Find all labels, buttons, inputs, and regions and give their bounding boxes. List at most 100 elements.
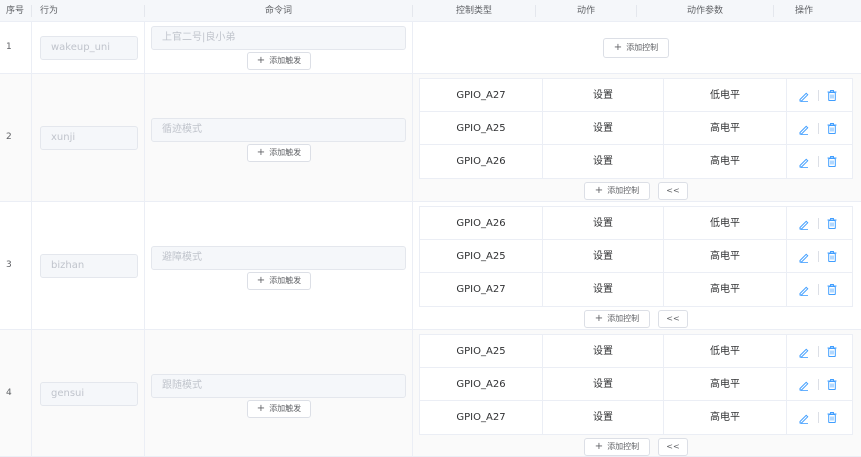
control-type-cell: GPIO_A26 (456, 379, 506, 390)
table-row: 3 bizhan 避障模式 + 添加触发 GPIO_A26 设置 低电平 GPIO_A25 设置高… (0, 202, 861, 330)
action-cell: 设置 (593, 346, 613, 357)
edit-icon[interactable] (798, 379, 810, 391)
control-row: GPIO_A25 设置 低电平 (420, 335, 852, 368)
plus-icon: + (256, 275, 266, 286)
behavior-input[interactable]: wakeup_uni (40, 36, 138, 60)
add-trigger-button[interactable]: + 添加触发 (247, 144, 311, 162)
control-row: GPIO_A26 设置 低电平 (420, 207, 852, 240)
add-trigger-button[interactable]: + 添加触发 (247, 272, 311, 290)
control-table: GPIO_A26 设置 低电平 GPIO_A25 设置 高电平 GPIO_A27 设置 高电平 (419, 206, 853, 307)
operation-divider (818, 379, 819, 390)
header-action: 动作 (576, 6, 595, 16)
operation-cell (786, 335, 852, 368)
action-cell: 设置 (593, 90, 613, 101)
operation-divider (818, 90, 819, 101)
action-param-cell: 低电平 (710, 90, 740, 101)
add-trigger-button[interactable]: + 添加触发 (247, 52, 311, 70)
command-input[interactable]: 上官二号|良小弟 (151, 26, 406, 50)
column-divider (144, 22, 145, 73)
column-divider (144, 74, 145, 201)
operation-cell (786, 401, 852, 434)
add-control-label: 添加控制 (607, 314, 640, 323)
control-type-cell: GPIO_A27 (456, 90, 506, 101)
collapse-button[interactable]: << (658, 310, 688, 328)
edit-icon[interactable] (798, 251, 810, 263)
add-trigger-button[interactable]: + 添加触发 (247, 400, 311, 418)
delete-icon[interactable] (826, 250, 838, 263)
delete-icon[interactable] (826, 122, 838, 135)
behavior-input[interactable]: bizhan (40, 254, 138, 278)
header-command: 命令词 (264, 6, 292, 16)
edit-icon[interactable] (798, 412, 810, 424)
plus-icon: + (256, 55, 266, 66)
add-trigger-label: 添加触发 (269, 56, 302, 65)
collapse-button[interactable]: << (658, 438, 688, 456)
row-index: 2 (6, 132, 12, 142)
column-divider (31, 22, 32, 73)
column-divider (144, 202, 145, 329)
table-row: 4 gensui 跟随模式 + 添加触发 GPIO_A25 设置 低电平 GPIO_A26 设置高… (0, 330, 861, 457)
delete-icon[interactable] (826, 89, 838, 102)
delete-icon[interactable] (826, 283, 838, 296)
add-control-button[interactable]: + 添加控制 (584, 310, 650, 328)
delete-icon[interactable] (826, 345, 838, 358)
row-index: 1 (6, 42, 12, 52)
edit-icon[interactable] (798, 156, 810, 168)
plus-icon: + (256, 403, 266, 414)
add-control-button[interactable]: + 添加控制 (584, 182, 650, 200)
action-param-cell: 低电平 (710, 218, 740, 229)
column-divider (412, 74, 413, 201)
edit-icon[interactable] (798, 123, 810, 135)
add-control-button[interactable]: + 添加控制 (603, 38, 669, 58)
edit-icon[interactable] (798, 284, 810, 296)
action-cell: 设置 (593, 284, 613, 295)
operation-cell (786, 240, 852, 273)
collapse-button[interactable]: << (658, 182, 688, 200)
column-divider (412, 330, 413, 456)
delete-icon[interactable] (826, 378, 838, 391)
behavior-input[interactable]: xunji (40, 126, 138, 150)
control-row: GPIO_A25 设置 高电平 (420, 112, 852, 145)
edit-icon[interactable] (798, 218, 810, 230)
add-trigger-label: 添加触发 (269, 276, 302, 285)
plus-icon: + (256, 147, 266, 158)
operation-divider (818, 251, 819, 262)
control-row: GPIO_A26 设置 高电平 (420, 145, 852, 178)
add-trigger-label: 添加触发 (269, 148, 302, 157)
operation-cell (786, 273, 852, 306)
action-cell: 设置 (593, 156, 613, 167)
command-input[interactable]: 循迹模式 (151, 118, 406, 142)
control-type-cell: GPIO_A25 (456, 123, 506, 134)
delete-icon[interactable] (826, 217, 838, 230)
behavior-input[interactable]: gensui (40, 382, 138, 406)
control-table: GPIO_A27 设置 低电平 GPIO_A25 设置 高电平 GPIO_A26 设置 高电平 (419, 78, 853, 179)
operation-cell (786, 207, 852, 240)
operation-divider (818, 156, 819, 167)
delete-icon[interactable] (826, 411, 838, 424)
header-control-type: 控制类型 (455, 6, 492, 16)
operation-cell (786, 79, 852, 112)
action-param-cell: 高电平 (710, 123, 740, 134)
control-row: GPIO_A26 设置 高电平 (420, 368, 852, 401)
column-divider (31, 330, 32, 456)
operation-cell (786, 145, 852, 178)
command-input[interactable]: 跟随模式 (151, 374, 406, 398)
plus-icon: + (594, 185, 604, 196)
control-type-cell: GPIO_A27 (456, 284, 506, 295)
add-control-label: 添加控制 (607, 186, 640, 195)
column-divider (144, 330, 145, 456)
operation-cell (786, 368, 852, 401)
action-cell: 设置 (593, 379, 613, 390)
edit-icon[interactable] (798, 90, 810, 102)
control-row: GPIO_A27 设置 高电平 (420, 273, 852, 306)
delete-icon[interactable] (826, 155, 838, 168)
table-row: 2 xunji 循迹模式 + 添加触发 GPIO_A27 设置 低电平 GPIO_A25 设置 高电… (0, 74, 861, 202)
edit-icon[interactable] (798, 346, 810, 358)
command-input[interactable]: 避障模式 (151, 246, 406, 270)
row-index: 4 (6, 388, 12, 398)
add-control-button[interactable]: + 添加控制 (584, 438, 650, 456)
control-row: GPIO_A27 设置 高电平 (420, 401, 852, 434)
operation-cell (786, 112, 852, 145)
control-type-cell: GPIO_A26 (456, 156, 506, 167)
control-type-cell: GPIO_A25 (456, 346, 506, 357)
